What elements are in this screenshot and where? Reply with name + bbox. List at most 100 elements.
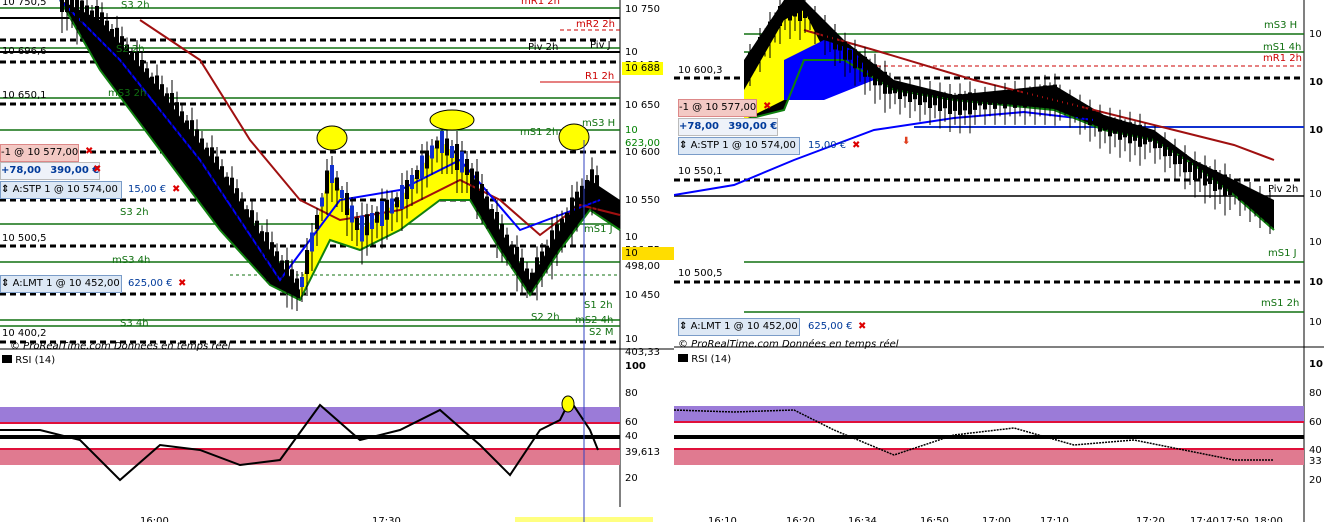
- candle-body: [205, 147, 209, 158]
- stop-order-label: A:STP 1 @ 10 574,00: [690, 140, 796, 151]
- rsi-marker-ellipse: [561, 395, 575, 413]
- close-position-icon[interactable]: ✖: [93, 162, 101, 178]
- close-position-icon[interactable]: ✖: [763, 99, 771, 115]
- time-label: 17:40: [1190, 516, 1219, 522]
- time-label: 16:10: [708, 516, 737, 522]
- limit-order-label: A:LMT 1 @ 10 452,00: [12, 278, 120, 289]
- candle-body: [260, 231, 264, 244]
- cancel-limit-icon[interactable]: ✖: [178, 276, 186, 292]
- time-label: 16:34: [848, 516, 877, 522]
- line-label: mS1 2h: [520, 127, 559, 138]
- position-qty[interactable]: -1 @ 10 577,00: [678, 99, 758, 117]
- candle-body: [145, 68, 149, 82]
- line-label: mS1 J: [1268, 248, 1297, 259]
- rsi-axis-label: 80: [625, 388, 638, 399]
- candle-body: [803, 4, 807, 18]
- candle-body: [530, 272, 534, 281]
- candle-body: [325, 170, 329, 194]
- right-level-label: 10 550,1: [678, 166, 723, 177]
- left-price-label-highlight: 10 688: [622, 62, 663, 75]
- candle-body: [1128, 122, 1132, 144]
- position-pnl-text: +78,00: [679, 121, 720, 132]
- candle-body: [420, 155, 424, 179]
- stop-order-tag[interactable]: ⇕ A:STP 1 @ 10 574,00: [678, 137, 800, 155]
- left-price-label: 10 600: [625, 147, 660, 158]
- candle-body: [220, 166, 224, 181]
- position-qty[interactable]: -1 @ 10 577,00: [0, 144, 80, 162]
- right-price-label: 10: [1309, 317, 1322, 328]
- candle-body: [585, 180, 589, 190]
- rsi-axis-label: 80: [1309, 388, 1322, 399]
- candle-body: [1198, 167, 1202, 179]
- candle-body: [1238, 185, 1242, 201]
- limit-order-tag[interactable]: ⇕ A:LMT 1 @ 10 452,00: [0, 275, 122, 293]
- stop-order-tag[interactable]: ⇕ A:STP 1 @ 10 574,00: [0, 181, 122, 199]
- position-pnl: +78,00 390,00 €: [678, 118, 779, 136]
- rsi-oversold-zone: [674, 449, 1304, 465]
- candle-body: [225, 176, 229, 186]
- rsi-title: RSI (14): [678, 352, 731, 368]
- candle-body: [575, 191, 579, 212]
- cancel-stop-icon[interactable]: ✖: [172, 182, 180, 198]
- candle-body: [340, 190, 344, 198]
- candle-body: [445, 138, 449, 156]
- right-price-label: 10: [1309, 189, 1322, 200]
- candle-body: [958, 93, 962, 115]
- left-chart[interactable]: 10 750 10 704,83 10 688 10 650 10 623,00…: [0, 0, 674, 522]
- candle-body: [918, 88, 922, 105]
- line-label: mR2 2h: [576, 19, 615, 30]
- candle-body: [793, 3, 797, 17]
- limit-order-tag[interactable]: ⇕ A:LMT 1 @ 10 452,00: [678, 318, 800, 336]
- line-label: S2 2h: [116, 44, 145, 55]
- candle-body: [913, 91, 917, 100]
- candle-body: [335, 177, 339, 191]
- right-chart[interactable]: 10 10 10 10 10 10 10 10 600,3 10 550,1 1…: [674, 0, 1324, 522]
- candle-body: [908, 86, 912, 102]
- candle-body: [395, 197, 399, 208]
- candle-body: [1253, 196, 1257, 205]
- candle-body: [1258, 194, 1262, 212]
- candle-body: [1173, 147, 1177, 165]
- candle-body: [1043, 85, 1047, 107]
- candle-body: [1183, 154, 1187, 173]
- candle-body: [270, 242, 274, 264]
- line-label: R1 2h: [585, 71, 615, 82]
- left-price-label: 10 704,83: [625, 47, 660, 71]
- candle-body: [190, 120, 194, 146]
- candle-body: [175, 102, 179, 124]
- candle-body: [170, 93, 174, 119]
- line-label: mS3 4h: [112, 255, 151, 266]
- candle-body: [450, 146, 454, 158]
- close-position-icon[interactable]: ✖: [85, 144, 93, 160]
- candle-body: [440, 131, 444, 153]
- candle-body: [285, 260, 289, 286]
- candle-body: [978, 99, 982, 106]
- candle-body: [1048, 88, 1052, 102]
- candle-body: [1058, 91, 1062, 106]
- candle-body: [525, 268, 529, 282]
- candle-body: [385, 199, 389, 220]
- rsi-title-text: RSI (14): [15, 355, 56, 366]
- line-label: mR1 2h: [521, 0, 560, 7]
- candle-body: [85, 5, 89, 22]
- candle-body: [75, 0, 79, 22]
- candle-body: [240, 198, 244, 212]
- candle-body: [973, 95, 977, 110]
- candle-body: [105, 20, 109, 36]
- candle-body: [195, 129, 199, 150]
- candle-body: [160, 84, 164, 102]
- cancel-limit-icon[interactable]: ✖: [858, 319, 866, 335]
- candle-body: [485, 196, 489, 212]
- candle-body: [778, 6, 782, 26]
- candle-body: [1153, 133, 1157, 149]
- time-label: 16:50: [920, 516, 949, 522]
- candle-body: [370, 213, 374, 229]
- candle-body: [1203, 165, 1207, 186]
- candle-body: [768, 21, 772, 41]
- candle-body: [550, 230, 554, 257]
- candle-body: [165, 93, 169, 106]
- line-label: mS1 J: [584, 224, 613, 235]
- cancel-stop-icon[interactable]: ✖: [852, 138, 860, 154]
- candle-body: [375, 211, 379, 223]
- candle-body: [210, 147, 214, 172]
